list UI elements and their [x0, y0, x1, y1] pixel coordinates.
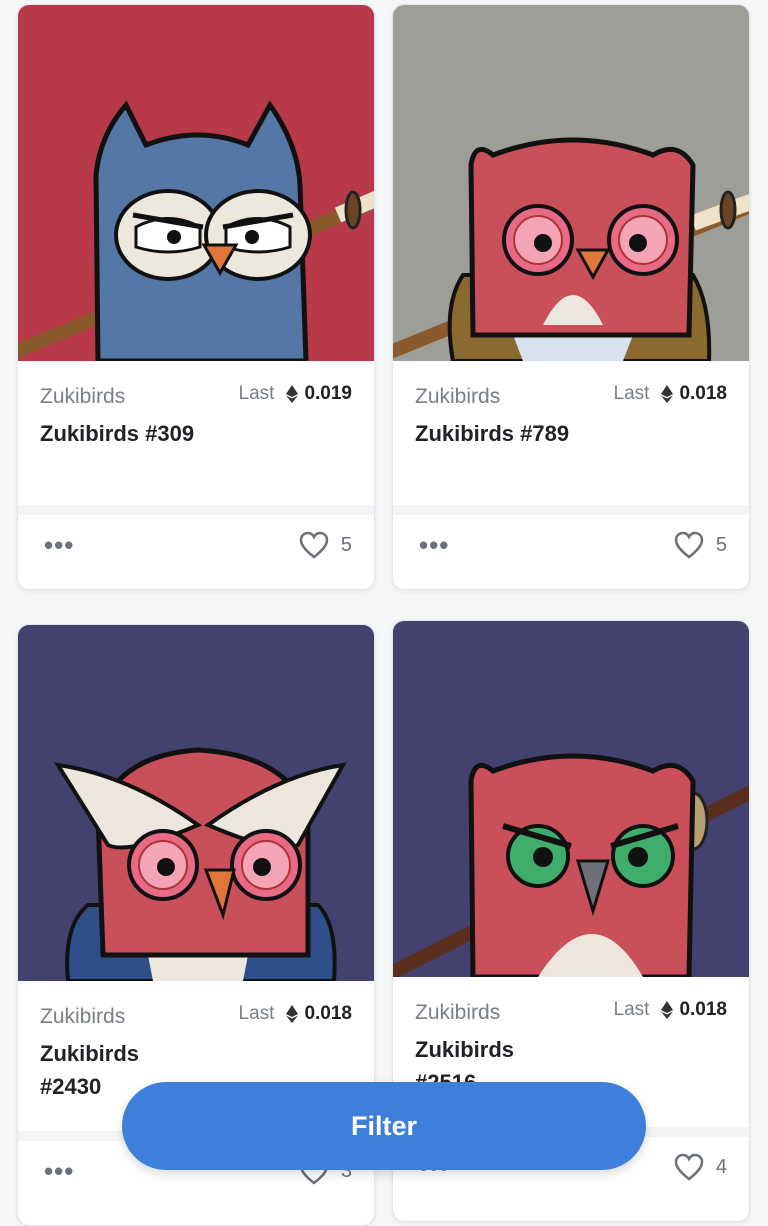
ethereum-icon — [661, 1001, 674, 1019]
last-price: Last 0.018 — [614, 999, 727, 1021]
last-label: Last — [238, 1003, 275, 1024]
collection-name[interactable]: Zukibirds — [415, 385, 500, 409]
like-count: 5 — [715, 533, 727, 556]
token-name[interactable]: Zukibirds #309 — [40, 417, 220, 450]
like-count: 5 — [340, 533, 352, 556]
ethereum-icon — [286, 1005, 299, 1023]
ellipsis-icon[interactable]: ••• — [419, 532, 449, 558]
heart-icon[interactable] — [674, 531, 704, 559]
nft-info: Zukibirds Zukibirds #309 Last 0.019 ••• … — [18, 361, 374, 589]
heart-icon[interactable] — [674, 1153, 704, 1181]
last-price: Last 0.019 — [239, 383, 352, 405]
nft-card[interactable]: Zukibirds Zukibirds #309 Last 0.019 ••• … — [17, 4, 375, 590]
like-button[interactable]: 5 — [299, 531, 352, 559]
nft-image[interactable] — [393, 621, 749, 977]
nft-info: Zukibirds Zukibirds #789 Last 0.018 ••• … — [393, 361, 749, 589]
token-name[interactable]: Zukibirds #789 — [415, 417, 595, 450]
last-label: Last — [238, 383, 275, 404]
ethereum-icon — [286, 385, 299, 403]
nft-card[interactable]: Zukibirds Zukibirds #789 Last 0.018 ••• … — [392, 4, 750, 590]
ethereum-icon — [661, 385, 674, 403]
price-value: 0.018 — [304, 1003, 352, 1024]
price-value: 0.018 — [679, 999, 727, 1020]
like-button[interactable]: 5 — [674, 531, 727, 559]
collection-name[interactable]: Zukibirds — [40, 1005, 125, 1029]
card-footer: ••• 5 — [393, 505, 749, 589]
nft-image[interactable] — [18, 625, 374, 981]
filter-button[interactable]: Filter — [122, 1082, 646, 1170]
heart-icon[interactable] — [299, 531, 329, 559]
like-button[interactable]: 4 — [674, 1153, 727, 1181]
like-count: 4 — [715, 1155, 727, 1178]
collection-name[interactable]: Zukibirds — [415, 1001, 500, 1025]
ellipsis-icon[interactable]: ••• — [44, 532, 74, 558]
card-footer: ••• 5 — [18, 505, 374, 589]
nft-image[interactable] — [393, 5, 749, 361]
last-label: Last — [613, 383, 650, 404]
ellipsis-icon[interactable]: ••• — [44, 1158, 74, 1184]
collection-name[interactable]: Zukibirds — [40, 385, 125, 409]
last-price: Last 0.018 — [614, 383, 727, 405]
price-value: 0.019 — [304, 383, 352, 404]
price-value: 0.018 — [679, 383, 727, 404]
nft-image[interactable] — [18, 5, 374, 361]
last-price: Last 0.018 — [239, 1003, 352, 1025]
last-label: Last — [613, 999, 650, 1020]
